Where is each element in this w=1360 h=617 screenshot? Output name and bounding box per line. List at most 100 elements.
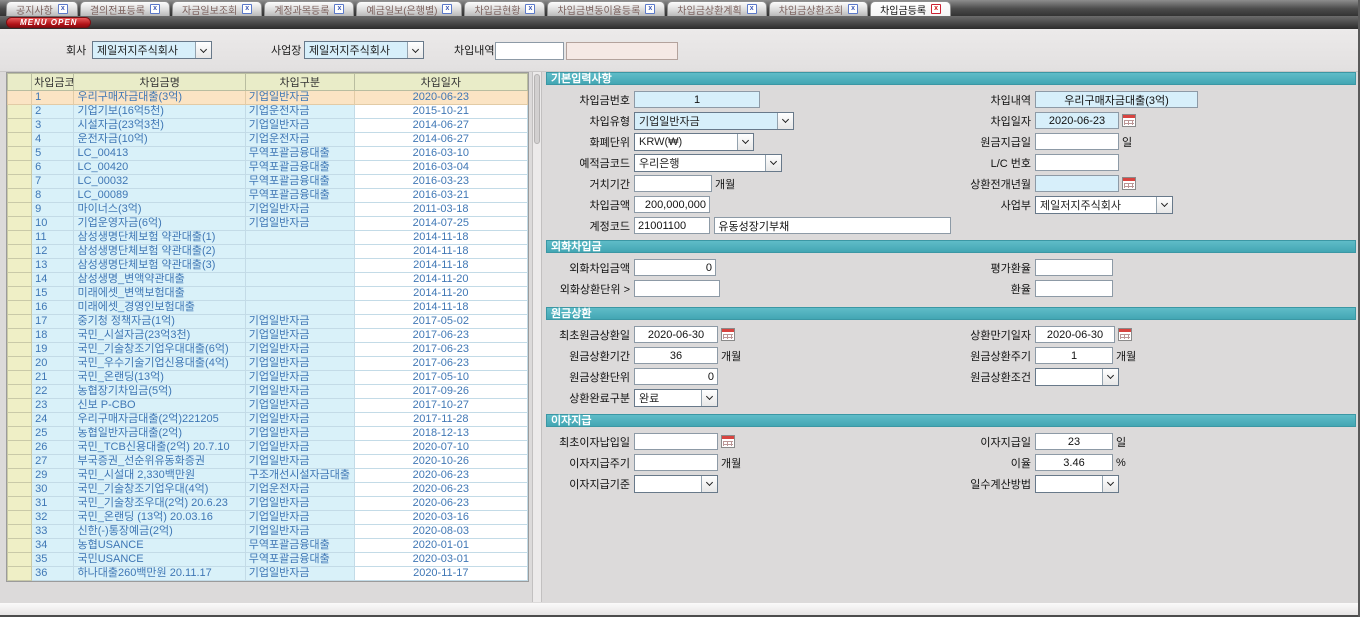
- field-input[interactable]: [1035, 259, 1113, 276]
- tab[interactable]: 차입금상환조회x: [769, 1, 868, 16]
- field-select[interactable]: 기업일반자금: [634, 112, 794, 130]
- field-input[interactable]: 21001100: [634, 217, 710, 234]
- field-input[interactable]: 3.46: [1035, 454, 1113, 471]
- field-input[interactable]: 0: [634, 259, 716, 276]
- loan-desc-input[interactable]: [495, 42, 564, 60]
- loan-row[interactable]: 7LC_00032무역포괄금융대출2016-03-23: [8, 175, 528, 189]
- loan-row[interactable]: 10기업운영자금(6억)기업일반자금2014-07-25: [8, 217, 528, 231]
- loan-row[interactable]: 17중기청 정책자금(1억)기업일반자금2017-05-02: [8, 315, 528, 329]
- grid-header[interactable]: 차입금코드: [32, 74, 74, 91]
- loan-row[interactable]: 9마이너스(3억)기업일반자금2011-03-18: [8, 203, 528, 217]
- tab[interactable]: 차입금상환계획x: [667, 1, 766, 16]
- tab-close-icon[interactable]: x: [747, 4, 757, 14]
- field-input[interactable]: 2020-06-30: [634, 326, 718, 343]
- loan-row[interactable]: 32국민_온랜딩 (13억) 20.03.16기업일반자금2020-03-16: [8, 511, 528, 525]
- site-select[interactable]: 제일저지주식회사: [304, 41, 424, 59]
- field-input[interactable]: [1035, 175, 1119, 192]
- loan-row[interactable]: 23신보 P-CBO기업일반자금2017-10-27: [8, 399, 528, 413]
- calendar-icon[interactable]: [721, 435, 735, 448]
- grid-header[interactable]: 차입금명: [74, 74, 245, 91]
- field-input[interactable]: [634, 280, 720, 297]
- loan-row[interactable]: 29국민_시설대 2,330백만원구조개선시설자금대출2020-06-23: [8, 469, 528, 483]
- menu-open-button[interactable]: MENU OPEN: [6, 17, 91, 28]
- grid-header[interactable]: 차입일자: [354, 74, 527, 91]
- field-input[interactable]: 2020-06-30: [1035, 326, 1115, 343]
- field-input[interactable]: 23: [1035, 433, 1113, 450]
- loan-row[interactable]: 5LC_00413무역포괄금융대출2016-03-10: [8, 147, 528, 161]
- field-input[interactable]: 2020-06-23: [1035, 112, 1119, 129]
- loan-row[interactable]: 27부국증권_선순위유동화증권기업일반자금2020-10-26: [8, 455, 528, 469]
- loan-row[interactable]: 34농협USANCE무역포괄금융대출2020-01-01: [8, 539, 528, 553]
- loan-row[interactable]: 15미래에셋_변액보험대출2014-11-20: [8, 287, 528, 301]
- field-input[interactable]: 1: [1035, 347, 1113, 364]
- grid-scrollbar[interactable]: [532, 72, 542, 602]
- tab-close-icon[interactable]: x: [931, 4, 941, 14]
- tab-close-icon[interactable]: x: [58, 4, 68, 14]
- tab[interactable]: 차입금현황x: [464, 1, 545, 16]
- loan-row[interactable]: 13삼성생명단체보험 약관대출(3)2014-11-18: [8, 259, 528, 273]
- loan-row[interactable]: 20국민_우수기술기업신용대출(4억)기업일반자금2017-06-23: [8, 357, 528, 371]
- tab[interactable]: 자금일보조회x: [172, 1, 262, 16]
- loan-row[interactable]: 14삼성생명_변액약관대출2014-11-20: [8, 273, 528, 287]
- loan-row[interactable]: 35국민USANCE무역포괄금융대출2020-03-01: [8, 553, 528, 567]
- loan-row[interactable]: 36하나대출260백만원 20.11.17기업일반자금2020-11-17: [8, 567, 528, 581]
- field-input[interactable]: 0: [634, 368, 718, 385]
- calendar-icon[interactable]: [1118, 328, 1132, 341]
- company-select[interactable]: 제일저지주식회사: [92, 41, 212, 59]
- tab[interactable]: 계정과목등록x: [264, 1, 354, 16]
- loan-row[interactable]: 19국민_기술창조기업우대대출(6억)기업일반자금2017-06-23: [8, 343, 528, 357]
- tab-close-icon[interactable]: x: [645, 4, 655, 14]
- loan-row[interactable]: 8LC_00089무역포괄금융대출2016-03-21: [8, 189, 528, 203]
- scrollbar-thumb[interactable]: [534, 74, 540, 144]
- tab-close-icon[interactable]: x: [242, 4, 252, 14]
- field-select[interactable]: [1035, 368, 1119, 386]
- field-select[interactable]: KRW(₩): [634, 133, 754, 151]
- loan-row[interactable]: 12삼성생명단체보험 약관대출(2)2014-11-18: [8, 245, 528, 259]
- calendar-icon[interactable]: [721, 328, 735, 341]
- field-input[interactable]: [634, 454, 718, 471]
- loan-row[interactable]: 24우리구매자금대출(2억)221205기업일반자금2017-11-28: [8, 413, 528, 427]
- loan-row[interactable]: 11삼성생명단체보험 약관대출(1)2014-11-18: [8, 231, 528, 245]
- loan-row[interactable]: 31국민_기술창조우대(2억) 20.6.23기업일반자금2020-06-23: [8, 497, 528, 511]
- field-input-secondary[interactable]: 유동성장기부채: [714, 217, 951, 234]
- tab[interactable]: 결의전표등록x: [80, 1, 170, 16]
- tab-close-icon[interactable]: x: [848, 4, 858, 14]
- tab[interactable]: 차입금등록x: [870, 1, 951, 16]
- field-input[interactable]: 36: [634, 347, 718, 364]
- loan-row[interactable]: 1우리구매자금대출(3억)기업일반자금2020-06-23: [8, 91, 528, 105]
- tab-close-icon[interactable]: x: [525, 4, 535, 14]
- tab-close-icon[interactable]: x: [150, 4, 160, 14]
- field-input[interactable]: [634, 175, 712, 192]
- tab[interactable]: 공지사항x: [6, 1, 78, 16]
- loan-desc-input-2[interactable]: [566, 42, 678, 60]
- calendar-icon[interactable]: [1122, 114, 1136, 127]
- loan-row[interactable]: 2기업기보(16억5천)기업운전자금2015-10-21: [8, 105, 528, 119]
- loan-row[interactable]: 16미래에셋_경영인보험대출2014-11-18: [8, 301, 528, 315]
- field-select[interactable]: 우리은행: [634, 154, 782, 172]
- tab[interactable]: 차입금변동이율등록x: [547, 1, 665, 16]
- grid-header[interactable]: 차입구분: [245, 74, 354, 91]
- field-select[interactable]: 제일저지주식회사: [1035, 196, 1173, 214]
- field-input[interactable]: [634, 433, 718, 450]
- loan-row[interactable]: 22농협장기차입금(5억)기업일반자금2017-09-26: [8, 385, 528, 399]
- tab[interactable]: 예금일보(은행별)x: [356, 1, 462, 16]
- field-select[interactable]: 완료: [634, 389, 718, 407]
- loan-row[interactable]: 4운전자금(10억)기업운전자금2014-06-27: [8, 133, 528, 147]
- tab-close-icon[interactable]: x: [334, 4, 344, 14]
- loan-row[interactable]: 25농협일반자금대출(2억)기업일반자금2018-12-13: [8, 427, 528, 441]
- loan-row[interactable]: 21국민_온랜딩(13억)기업일반자금2017-05-10: [8, 371, 528, 385]
- loan-row[interactable]: 26국민_TCB신용대출(2억) 20.7.10기업일반자금2020-07-10: [8, 441, 528, 455]
- field-input[interactable]: [1035, 280, 1113, 297]
- loan-row[interactable]: 18국민_시설자금(23억3천)기업일반자금2017-06-23: [8, 329, 528, 343]
- field-select[interactable]: [1035, 475, 1119, 493]
- field-input[interactable]: 1: [634, 91, 760, 108]
- calendar-icon[interactable]: [1122, 177, 1136, 190]
- field-input[interactable]: 우리구매자금대출(3억): [1035, 91, 1198, 108]
- loan-row[interactable]: 3시설자금(23억3천)기업일반자금2014-06-27: [8, 119, 528, 133]
- tab-close-icon[interactable]: x: [442, 4, 452, 14]
- loan-row[interactable]: 6LC_00420무역포괄금융대출2016-03-04: [8, 161, 528, 175]
- field-input[interactable]: [1035, 154, 1119, 171]
- loan-row[interactable]: 30국민_기술창조기업우대(4억)기업운전자금2020-06-23: [8, 483, 528, 497]
- field-input[interactable]: [1035, 133, 1119, 150]
- field-select[interactable]: [634, 475, 718, 493]
